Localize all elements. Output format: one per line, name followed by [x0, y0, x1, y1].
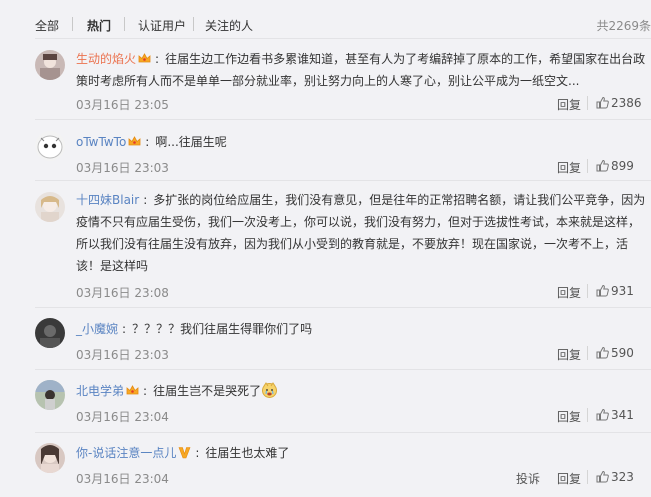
username-link[interactable]: 北电学弟: [76, 384, 124, 398]
comment-body: 往届生边工作边看书多累谁知道，甚至有人为了考编辞掉了原本的工作，希望国家在出台政…: [76, 52, 646, 88]
reply-button[interactable]: 回复: [557, 284, 581, 301]
like-count: 2386: [611, 96, 642, 110]
username-link[interactable]: oTwTwTo: [76, 135, 126, 149]
reply-button[interactable]: 回复: [557, 96, 581, 113]
comment-total-count: 共2269条: [596, 19, 651, 33]
row-divider: [35, 432, 651, 433]
thumbs-up-icon: [596, 284, 609, 297]
avatar[interactable]: [35, 443, 65, 473]
comment-filter-tabs: 全部 热门 认证用户 关注的人 共2269条: [0, 0, 651, 46]
thumbs-up-icon: [596, 470, 609, 483]
like-count: 590: [611, 346, 634, 360]
crown-icon: [126, 385, 139, 395]
username-link[interactable]: 你-说话注意一点儿: [76, 446, 176, 460]
like-button[interactable]: 323: [596, 470, 634, 484]
comment-body: ？？？？我们往届生得罪你们了吗: [132, 322, 313, 336]
action-divider: [587, 159, 588, 173]
action-divider: [587, 470, 588, 484]
comment-text: oTwTwTo: 啊...往届生呢: [76, 135, 227, 149]
report-button[interactable]: 投诉: [516, 470, 540, 487]
tab-divider: [193, 17, 194, 31]
comment-body: 往届生也太难了: [205, 446, 290, 460]
comment-timestamp: 03月16日 23:03: [76, 161, 169, 175]
avatar[interactable]: [35, 131, 65, 161]
comment-body: 多扩张的岗位给应届生，我们没有意见，但是往年的正常招聘名额，请让我们公平竞争，因…: [76, 193, 646, 273]
comment-timestamp: 03月16日 23:03: [76, 348, 169, 362]
thumbs-up-icon: [596, 159, 609, 172]
like-count: 323: [611, 470, 634, 484]
row-divider: [35, 119, 651, 120]
crying-face-emoji: [262, 382, 278, 398]
like-count: 899: [611, 159, 634, 173]
username-link[interactable]: _小魔婉: [76, 322, 118, 336]
comment-text: 生动的焰火: 往届生边工作边看书多累谁知道，甚至有人为了考编辞掉了原本的工作，希望…: [76, 52, 646, 88]
reply-button[interactable]: 回复: [557, 159, 581, 176]
row-divider: [35, 369, 651, 370]
action-divider: [587, 96, 588, 110]
thumbs-up-icon: [596, 408, 609, 421]
like-button[interactable]: 590: [596, 346, 634, 360]
reply-button[interactable]: 回复: [557, 408, 581, 425]
row-divider: [35, 38, 651, 39]
avatar[interactable]: [35, 318, 65, 348]
crown-icon: [128, 136, 141, 146]
username-link[interactable]: 十四妹Blair: [76, 193, 139, 207]
tab-all[interactable]: 全部: [35, 17, 59, 34]
avatar[interactable]: [35, 380, 65, 410]
like-button[interactable]: 2386: [596, 96, 642, 110]
tab-hot[interactable]: 热门: [87, 17, 111, 34]
tab-divider: [72, 17, 73, 31]
like-button[interactable]: 899: [596, 159, 634, 173]
comment-timestamp: 03月16日 23:04: [76, 410, 169, 424]
avatar[interactable]: [35, 50, 65, 80]
comment-timestamp: 03月16日 23:05: [76, 98, 169, 112]
v-verified-icon: [178, 447, 191, 459]
like-count: 341: [611, 408, 634, 422]
reply-button[interactable]: 回复: [557, 470, 581, 487]
tab-divider: [124, 17, 125, 31]
action-divider: [587, 408, 588, 422]
like-button[interactable]: 341: [596, 408, 634, 422]
thumbs-up-icon: [596, 346, 609, 359]
comment-body: 啊...往届生呢: [155, 135, 227, 149]
comment-body: 往届生岂不是哭死了: [153, 384, 262, 398]
comment-text: 你-说话注意一点儿: 往届生也太难了: [76, 446, 290, 460]
like-button[interactable]: 931: [596, 284, 634, 298]
action-divider: [587, 284, 588, 298]
username-link[interactable]: 生动的焰火: [76, 52, 136, 66]
crown-icon: [138, 53, 151, 63]
comment-text: 十四妹Blair: 多扩张的岗位给应届生，我们没有意见，但是往年的正常招聘名额，请…: [76, 193, 646, 273]
thumbs-up-icon: [596, 96, 609, 109]
comment-text: _小魔婉: ？？？？我们往届生得罪你们了吗: [76, 322, 313, 336]
tab-verified-users[interactable]: 认证用户: [138, 17, 186, 34]
comment-panel: 全部 热门 认证用户 关注的人 共2269条 生动的焰火: 往届生边工作边看书多累…: [0, 0, 651, 497]
comment-timestamp: 03月16日 23:08: [76, 286, 169, 300]
reply-button[interactable]: 回复: [557, 346, 581, 363]
row-divider: [35, 307, 651, 308]
like-count: 931: [611, 284, 634, 298]
comment-text: 北电学弟: 往届生岂不是哭死了: [76, 380, 646, 402]
avatar[interactable]: [35, 192, 65, 222]
comment-timestamp: 03月16日 23:04: [76, 472, 169, 486]
action-divider: [587, 346, 588, 360]
tab-following[interactable]: 关注的人: [205, 17, 253, 34]
row-divider: [35, 180, 651, 181]
